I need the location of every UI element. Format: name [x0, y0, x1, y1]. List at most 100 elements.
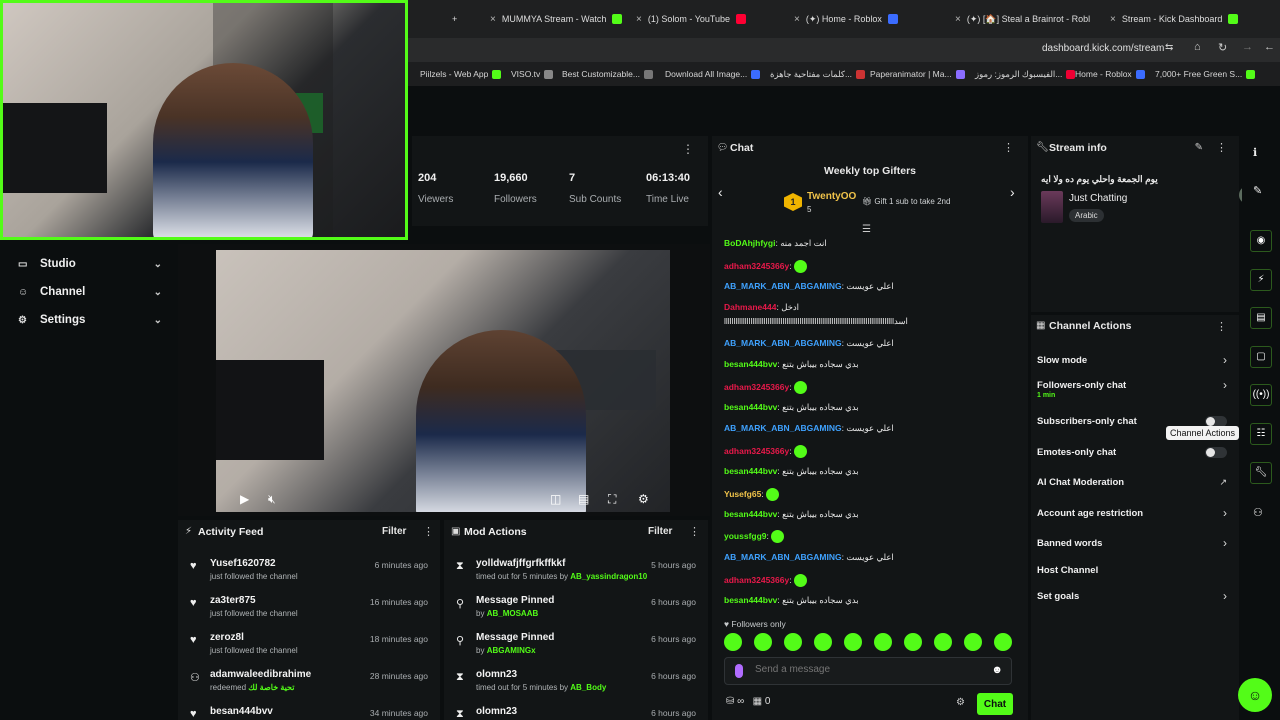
activity-user[interactable]: adamwaleedibrahime	[210, 669, 311, 680]
category-name[interactable]: Just Chatting	[1069, 193, 1127, 204]
moderator-name[interactable]: AB_MOSAAB	[487, 609, 539, 618]
chat-username[interactable]: besan444bvv	[724, 509, 777, 519]
chat-username[interactable]: Dahmane444	[724, 302, 776, 312]
chat-message[interactable]: llllllllllllllllllllllllllllllllllllllll…	[724, 316, 908, 327]
channel-action-host-channel[interactable]: Host Channel	[1037, 565, 1233, 585]
stats-menu-icon[interactable]: ⋮	[682, 142, 694, 156]
chat-username[interactable]: Yusefg65	[724, 489, 761, 499]
mod-action-title[interactable]: olomn23	[476, 669, 517, 680]
mod-action-title[interactable]: yolldwafjffgrfkffkkf	[476, 558, 565, 569]
community-icon[interactable]: ⚇	[1253, 506, 1263, 519]
chat-message[interactable]: besan444bvv: بدي سجاده بيباش بتنع	[724, 359, 859, 370]
sidebar-item-settings[interactable]: ⚙ Settings ⌄	[18, 310, 168, 330]
chevron-left-icon[interactable]: ‹	[718, 184, 723, 200]
close-icon[interactable]: ×	[636, 14, 642, 25]
list-item[interactable]: ⧗ olomn23 6 hours ago	[444, 706, 708, 720]
list-item[interactable]: ⚲ Message Pinned by AB_MOSAAB 6 hours ago	[444, 595, 708, 629]
sidebar-item-channel[interactable]: ☺ Channel ⌄	[18, 282, 168, 302]
home-icon[interactable]: ⌂	[1194, 41, 1201, 53]
emote-button[interactable]	[844, 633, 862, 651]
browser-tab[interactable]: × (✦) [🏠] Steal a Brainrot - Robl	[955, 8, 1090, 30]
sidebar-item-studio[interactable]: ▭ Studio ⌄	[18, 254, 168, 274]
channel-action-emotes-only-chat[interactable]: Emotes-only chat	[1037, 447, 1233, 467]
document-icon[interactable]: ▤	[1250, 307, 1272, 329]
info-icon[interactable]: ℹ︎	[1253, 146, 1257, 159]
mod-action-title[interactable]: Message Pinned	[476, 632, 554, 643]
mod-action-title[interactable]: olomn23	[476, 706, 517, 717]
camera-icon[interactable]: ◉	[1250, 230, 1272, 252]
channel-action-banned-words[interactable]: Banned words ›	[1037, 536, 1233, 558]
chat-message[interactable]: youssfgg9:	[724, 530, 785, 543]
chevron-down-icon[interactable]: ⌄	[154, 259, 162, 270]
activity-user[interactable]: Yusef1620782	[210, 558, 276, 569]
list-item[interactable]: ⧗ yolldwafjffgrfkffkkf timed out for 5 min…	[444, 558, 708, 592]
chat-username[interactable]: adham3245366y	[724, 575, 789, 585]
external-link-icon[interactable]: ↗	[1219, 477, 1227, 488]
chat-message[interactable]: adham3245366y:	[724, 574, 807, 587]
chat-message[interactable]: besan444bvv: بدي سجاده بيباش بتنع	[724, 595, 859, 606]
list-item[interactable]: ⚇ adamwaleedibrahime redeemed تحية خاصة لك…	[178, 669, 440, 703]
lightning-icon[interactable]: ⚡︎	[1250, 269, 1272, 291]
channel-actions-icon[interactable]: ☷	[1250, 423, 1272, 445]
chat-username[interactable]: besan444bvv	[724, 359, 777, 369]
chat-menu-icon[interactable]: ⋮	[1003, 141, 1014, 154]
mod-action-title[interactable]: Message Pinned	[476, 595, 554, 606]
toggle-switch[interactable]	[1205, 447, 1227, 458]
activity-user[interactable]: zeroz8l	[210, 632, 244, 643]
emote-button[interactable]	[724, 633, 742, 651]
chat-username[interactable]: adham3245366y	[724, 382, 789, 392]
chat-message[interactable]: Dahmane444: ادخل	[724, 302, 799, 313]
moderator-name[interactable]: AB_Body	[570, 683, 606, 692]
chat-username[interactable]: BoDAhjhfygi	[724, 238, 775, 248]
pencil-icon[interactable]: ✎	[1253, 184, 1262, 197]
activity-user[interactable]: besan444bvv	[210, 706, 273, 717]
chat-message[interactable]: AB_MARK_ABN_ABGAMING: اعلي عويست	[724, 281, 894, 292]
bookmark-item[interactable]: Home - Roblox	[1075, 69, 1145, 79]
chevron-right-icon[interactable]: ›	[1010, 184, 1015, 200]
bookmark-item[interactable]: الفيسبوك الرموز: رموز...	[975, 69, 1076, 80]
list-item[interactable]: ⧗ olomn23 timed out for 5 minutes by AB_Bo…	[444, 669, 708, 703]
fullscreen-icon[interactable]: ⛶	[608, 492, 616, 507]
chat-username[interactable]: AB_MARK_ABN_ABGAMING	[724, 552, 842, 562]
chat-message[interactable]: adham3245366y:	[724, 445, 807, 458]
chat-username[interactable]: besan444bvv	[724, 402, 777, 412]
forward-icon[interactable]: →	[1242, 41, 1253, 53]
url-text[interactable]: dashboard.kick.com/stream	[1042, 43, 1164, 54]
emoji-picker-icon[interactable]: ☻	[991, 664, 1003, 676]
translate-icon[interactable]: ⇆	[1165, 42, 1173, 53]
channel-action-set-goals[interactable]: Set goals ›	[1037, 589, 1233, 611]
video-frame[interactable]	[216, 250, 670, 512]
chat-message[interactable]: AB_MARK_ABN_ABGAMING: اعلي عويست	[724, 552, 894, 563]
close-icon[interactable]: ×	[490, 14, 496, 25]
bookmark-item[interactable]: Paperanimator | Ma...	[870, 69, 965, 79]
play-icon[interactable]: ▶	[240, 492, 249, 506]
chat-settings-icon[interactable]: ⚙	[956, 697, 965, 708]
list-item[interactable]: ♥ zeroz8l just followed the channel 18 min…	[178, 632, 440, 666]
emote-button[interactable]	[964, 633, 982, 651]
channel-action-slow-mode[interactable]: Slow mode ›	[1037, 353, 1233, 375]
chat-message[interactable]: besan444bvv: بدي سجاده بيباش بتنع	[724, 509, 859, 520]
new-tab-button[interactable]: +	[452, 8, 457, 30]
pip-icon[interactable]: ◫	[550, 492, 561, 506]
back-icon[interactable]: ←	[1264, 41, 1275, 53]
bookmark-item[interactable]: 7,000+ Free Green S...	[1155, 69, 1256, 79]
chat-username[interactable]: AB_MARK_ABN_ABGAMING	[724, 281, 842, 291]
chevron-right-icon[interactable]: ›	[1223, 536, 1227, 550]
chat-message[interactable]: adham3245366y:	[724, 260, 807, 273]
channel-actions-menu-icon[interactable]: ⋮	[1216, 320, 1227, 333]
theater-icon[interactable]: ▤	[578, 492, 589, 506]
close-icon[interactable]: ×	[1110, 14, 1116, 25]
chat-message[interactable]: AB_MARK_ABN_ABGAMING: اعلي عويست	[724, 338, 894, 349]
chat-username[interactable]: AB_MARK_ABN_ABGAMING	[724, 338, 842, 348]
chat-username[interactable]: adham3245366y	[724, 446, 789, 456]
chat-footer-points[interactable]: ⛁ ∞ ▦ 0	[726, 696, 770, 707]
chat-message[interactable]: adham3245366y:	[724, 381, 807, 394]
chat-username[interactable]: AB_MARK_ABN_ABGAMING	[724, 423, 842, 433]
bookmark-item[interactable]: كلمات مفتاحية جاهزة...	[770, 69, 866, 80]
chat-input-box[interactable]: ☻	[724, 657, 1012, 685]
list-item[interactable]: ⚲ Message Pinned by ABGAMINGx 6 hours ago	[444, 632, 708, 666]
emote-button[interactable]	[784, 633, 802, 651]
edit-icon[interactable]: ✎	[1195, 142, 1203, 153]
support-chat-icon[interactable]: ☺	[1238, 678, 1272, 712]
activity-filter-button[interactable]: Filter	[382, 526, 406, 537]
